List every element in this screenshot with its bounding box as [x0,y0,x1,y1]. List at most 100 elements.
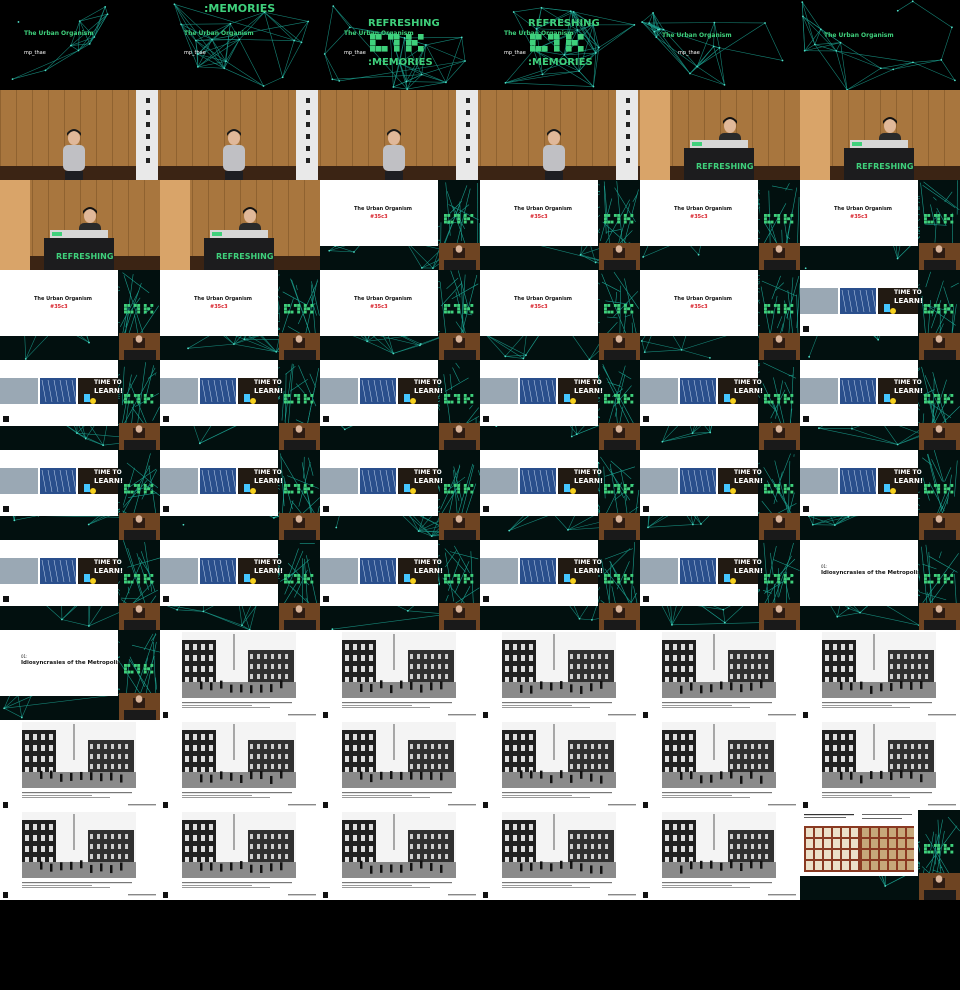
brand-refreshing-text: REFRESHING [368,18,440,29]
video-frame-thumbnail[interactable] [480,720,640,810]
video-frame-thumbnail[interactable]: The Urban Organism #35c3 [480,270,640,360]
video-frame-thumbnail[interactable]: 01: Idiosyncrasies of the Metropolis [800,540,960,630]
video-frame-thumbnail[interactable]: TIME TO LEARN! [0,360,160,450]
video-frame-thumbnail[interactable] [640,630,800,720]
video-frame-thumbnail[interactable]: TIME TO LEARN! [640,450,800,540]
video-frame-thumbnail[interactable]: REFRESHING [160,180,320,270]
video-frame-thumbnail[interactable]: REFRESHING [640,90,800,180]
video-frame-thumbnail[interactable]: TIME TO LEARN! [480,360,640,450]
video-frame-thumbnail[interactable] [800,810,960,900]
video-frame-thumbnail[interactable] [640,810,800,900]
video-frame-thumbnail[interactable]: The Urban Organism #35c3 [160,270,320,360]
video-frame-thumbnail[interactable]: TIME TO LEARN! [320,450,480,540]
slide-area [320,270,438,336]
slide-title: The Urban Organism [834,206,893,212]
section-number: 01: [21,654,28,659]
video-frame-thumbnail[interactable]: 01: Idiosyncrasies of the Metropolis [0,630,160,720]
video-frame-thumbnail[interactable]: TIME TO LEARN! [320,540,480,630]
frame-image [0,360,160,450]
historic-building-photo [662,632,776,698]
video-frame-thumbnail[interactable] [160,810,320,900]
video-frame-thumbnail[interactable]: The Urban Organism #35c3 [320,180,480,270]
time-to-learn-line1: TIME TO [414,379,442,386]
video-frame-thumbnail[interactable] [640,720,800,810]
frame-image [800,270,960,360]
video-frame-thumbnail[interactable]: TIME TO LEARN! [160,360,320,450]
video-frame-thumbnail[interactable]: TIME TO LEARN! [320,360,480,450]
slide-area [640,180,758,246]
frame-image [800,0,960,90]
video-frame-thumbnail[interactable] [320,720,480,810]
video-frame-thumbnail[interactable] [160,720,320,810]
brand-memories-text: :MEMORIES [528,57,593,68]
video-frame-thumbnail[interactable]: TIME TO LEARN! [480,540,640,630]
time-to-learn-line1: TIME TO [414,559,442,566]
video-frame-thumbnail[interactable]: TIME TO LEARN! [800,360,960,450]
historic-building-photo [342,722,456,788]
video-frame-thumbnail[interactable]: REFRESHING [800,90,960,180]
video-frame-thumbnail[interactable]: TIME TO LEARN! [160,540,320,630]
video-frame-thumbnail[interactable]: The Urban Organism #35c3 [640,270,800,360]
frame-image [160,630,320,720]
video-frame-thumbnail[interactable]: TIME TO LEARN! [0,540,160,630]
video-frame-thumbnail[interactable]: The Urban Organism #35c3 [480,180,640,270]
slide-title: The Urban Organism [674,206,733,212]
video-frame-thumbnail[interactable]: TIME TO LEARN! [800,450,960,540]
historic-building-photo [22,722,136,788]
video-frame-thumbnail[interactable]: The Urban Organism #35c3 [320,270,480,360]
time-to-learn-line2: LEARN! [94,477,124,485]
video-frame-thumbnail[interactable]: REFRESHING:MEMORIES The Urban Organism mp_… [480,0,640,90]
time-to-learn-line2: LEARN! [734,567,764,575]
video-frame-thumbnail[interactable] [480,630,640,720]
video-frame-thumbnail[interactable]: The Urban Organism #35c3 [640,180,800,270]
slide-hashtag: #35c3 [370,214,388,220]
video-frame-thumbnail[interactable]: The Urban Organism [800,0,960,90]
frame-image [160,90,320,180]
video-frame-thumbnail[interactable] [320,630,480,720]
time-to-learn-line2: LEARN! [254,567,284,575]
brand-memories-text: :MEMORIES [204,2,276,15]
time-to-learn-line1: TIME TO [574,469,602,476]
video-frame-thumbnail[interactable]: TIME TO LEARN! [480,450,640,540]
time-to-learn-line1: TIME TO [574,379,602,386]
time-to-learn-line1: TIME TO [254,469,282,476]
time-to-learn-line2: LEARN! [254,387,284,395]
video-frame-thumbnail[interactable] [320,810,480,900]
slide-hashtag: #35c3 [530,214,548,220]
historic-building-photo [662,722,776,788]
video-frame-thumbnail[interactable] [160,90,320,180]
video-frame-thumbnail[interactable] [0,90,160,180]
video-frame-thumbnail[interactable]: :MEMORIES The Urban Organism mp_thae [160,0,320,90]
lectern-banner-text: REFRESHING [696,162,754,171]
video-frame-thumbnail[interactable] [320,90,480,180]
video-frame-thumbnail[interactable]: TIME TO LEARN! [640,540,800,630]
video-frame-thumbnail[interactable]: The Urban Organism #35c3 [800,180,960,270]
video-frame-thumbnail[interactable]: TIME TO LEARN! [160,450,320,540]
video-frame-thumbnail[interactable]: The Urban Organism mp_thae [640,0,800,90]
frame-image [640,270,800,360]
frame-image [320,270,480,360]
historic-building-photo [182,722,296,788]
frame-image [160,540,320,630]
video-frame-thumbnail[interactable]: REFRESHING [0,180,160,270]
historic-building-photo [182,812,296,878]
video-frame-thumbnail[interactable] [160,630,320,720]
intro-title: The Urban Organism [24,30,94,37]
historic-building-photo [502,812,616,878]
intro-title: The Urban Organism [662,32,732,39]
video-frame-thumbnail[interactable]: TIME TO LEARN! [0,450,160,540]
video-frame-thumbnail[interactable] [480,90,640,180]
video-frame-thumbnail[interactable]: TIME TO LEARN! [640,360,800,450]
video-frame-thumbnail[interactable]: REFRESHING:MEMORIES The Urban Organism mp_… [320,0,480,90]
video-frame-thumbnail[interactable] [0,810,160,900]
historic-building-photo [822,632,936,698]
video-frame-thumbnail[interactable] [800,630,960,720]
video-frame-thumbnail[interactable] [0,720,160,810]
frame-image [0,450,160,540]
slide-area [480,270,598,336]
video-frame-thumbnail[interactable]: The Urban Organism #35c3 [0,270,160,360]
video-frame-thumbnail[interactable]: The Urban Organism mp_thae [0,0,160,90]
video-frame-thumbnail[interactable] [800,720,960,810]
video-frame-thumbnail[interactable]: TIME TO LEARN! [800,270,960,360]
video-frame-thumbnail[interactable] [480,810,640,900]
